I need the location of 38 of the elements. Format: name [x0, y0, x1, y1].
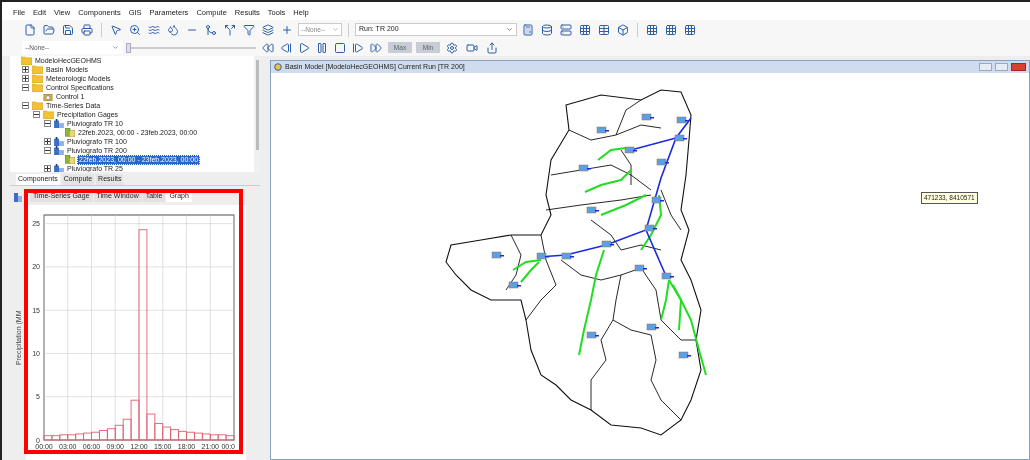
collapse-toggle[interactable]	[33, 111, 40, 118]
expand-toggle[interactable]	[22, 66, 29, 73]
collapse-toggle[interactable]	[22, 84, 29, 91]
time-window-icon	[65, 155, 75, 164]
collapse-toggle[interactable]	[44, 147, 51, 154]
precipitation-bar	[114, 424, 124, 441]
precipitation-bar	[98, 430, 108, 441]
gage-icon	[14, 193, 22, 202]
server-icon[interactable]	[558, 21, 574, 38]
gage-icon	[54, 146, 64, 155]
database-icon[interactable]	[539, 21, 555, 38]
collapse-toggle[interactable]	[44, 120, 51, 127]
precipitation-bar	[83, 432, 92, 441]
collapse-toggle[interactable]	[22, 102, 29, 109]
folder-icon	[32, 101, 43, 110]
box-icon[interactable]	[615, 21, 631, 38]
folder-icon	[32, 74, 43, 83]
folder-icon	[43, 110, 54, 119]
printer-icon[interactable]	[79, 21, 95, 38]
precipitation-bar	[91, 431, 100, 441]
expand-toggle[interactable]	[44, 138, 51, 145]
time-window-icon	[65, 128, 75, 137]
expand-toggle[interactable]	[22, 75, 29, 82]
folder-icon	[32, 65, 43, 74]
gage-icon	[54, 137, 64, 146]
precipitation-bar	[162, 426, 172, 441]
gage-icon	[54, 119, 64, 128]
folder-icon	[32, 83, 43, 92]
expand-toggle[interactable]	[44, 165, 51, 172]
gage-icon	[54, 164, 64, 173]
precipitation-bar	[193, 432, 203, 441]
precipitation-bar	[106, 428, 116, 441]
scrollbar[interactable]	[254, 56, 260, 173]
time-slider[interactable]	[126, 42, 256, 53]
precipitation-bar	[186, 431, 195, 441]
precipitation-bar	[178, 430, 187, 441]
precipitation-bar	[170, 429, 180, 441]
new-file-icon[interactable]	[22, 21, 38, 38]
